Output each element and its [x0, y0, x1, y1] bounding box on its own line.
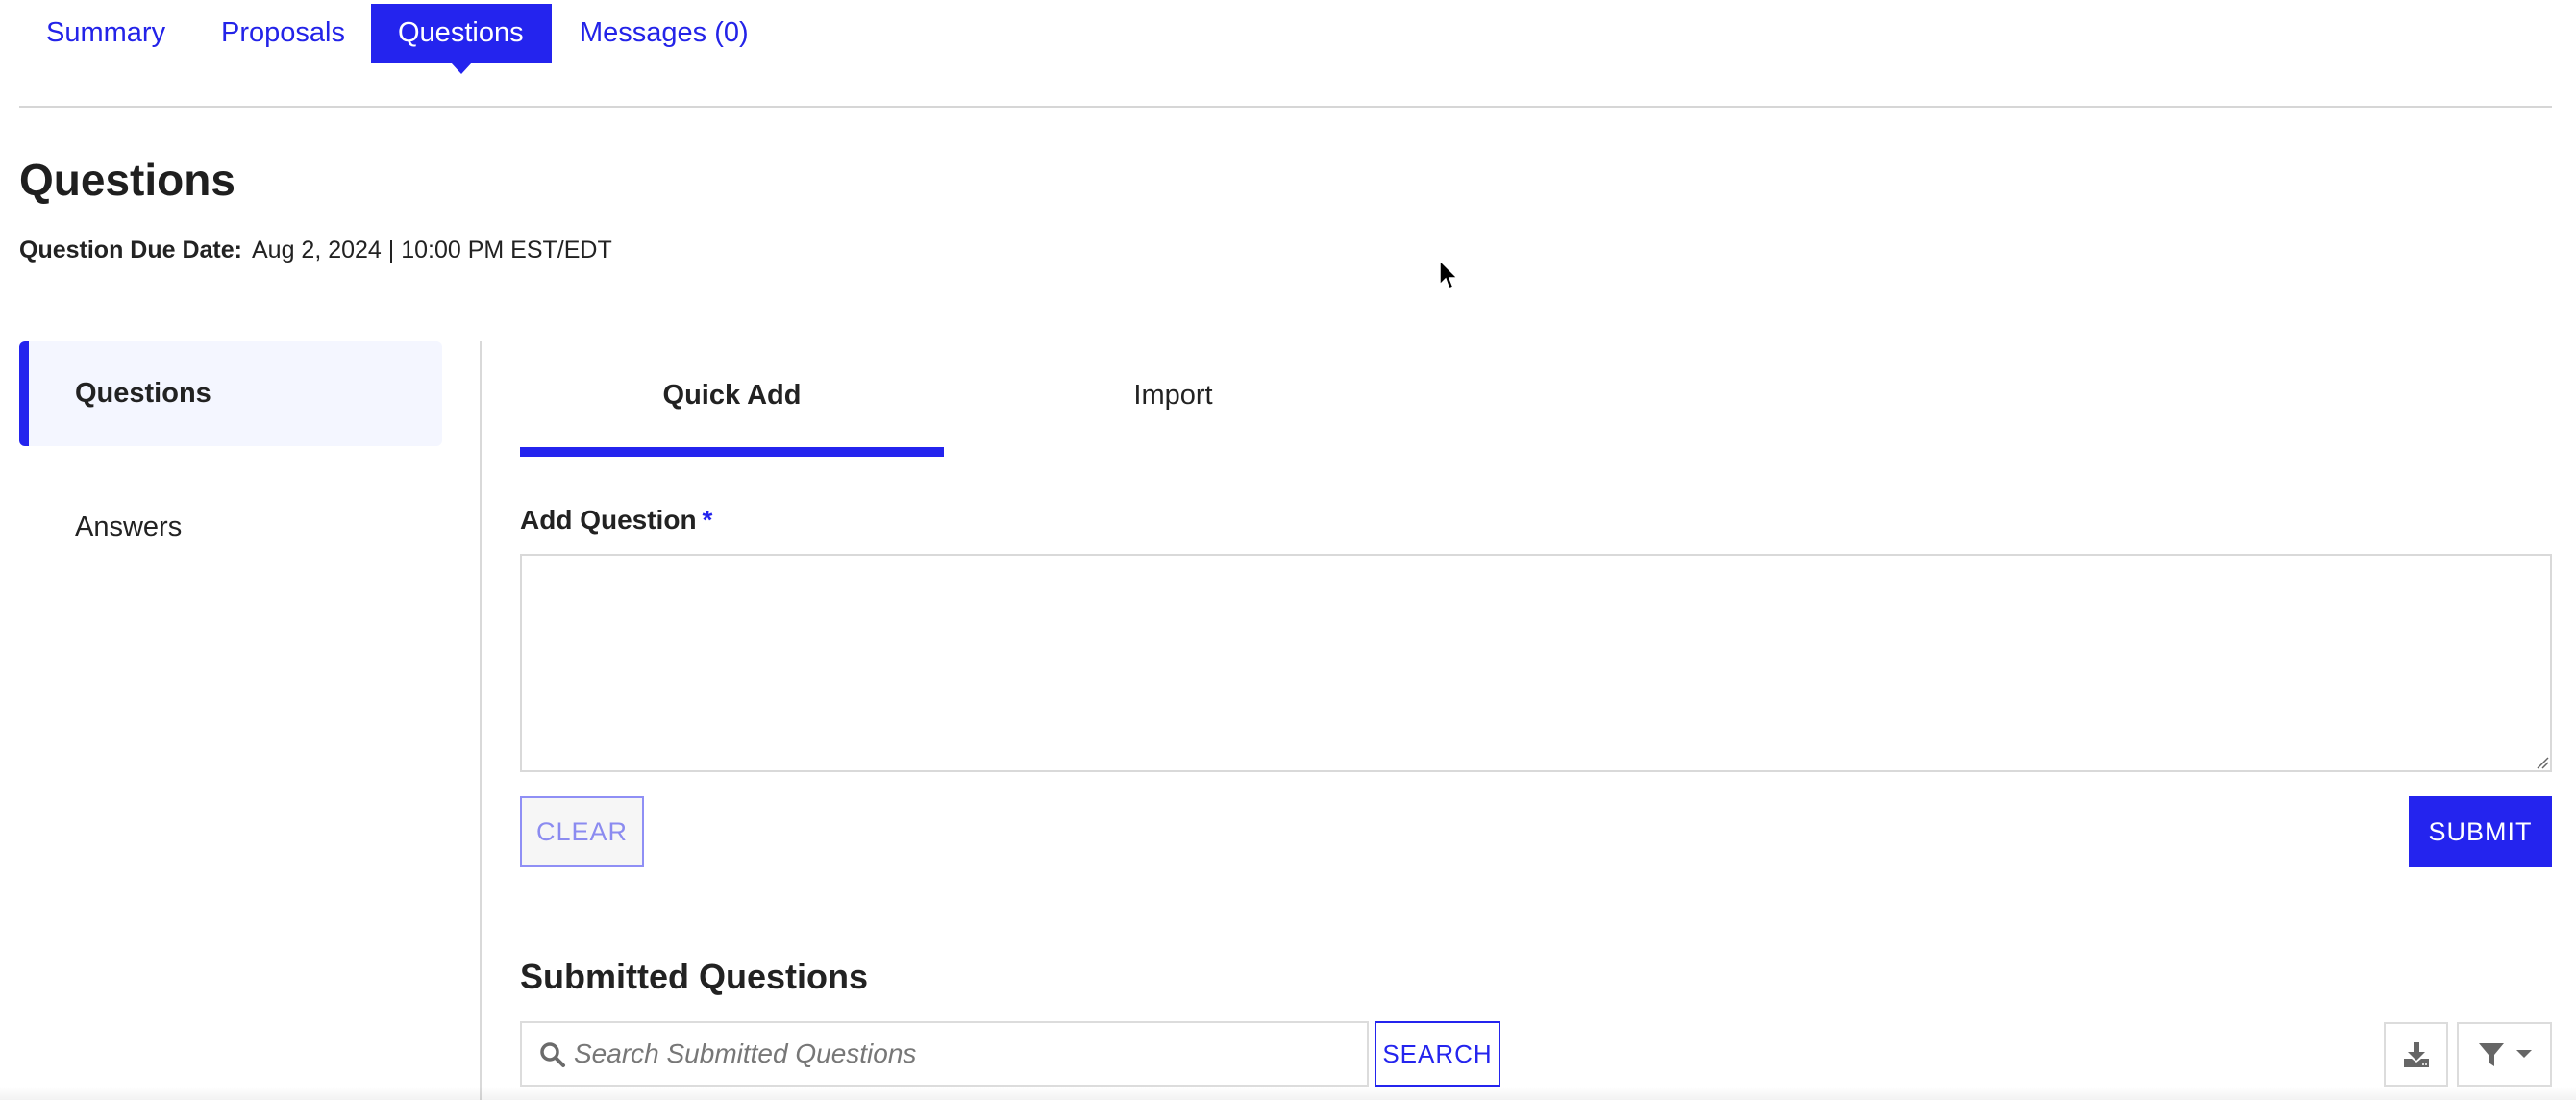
- chevron-down-icon: [2515, 1049, 2532, 1058]
- tab-questions[interactable]: Questions: [371, 4, 552, 74]
- due-date-label: Question Due Date:: [19, 237, 242, 263]
- submitted-questions-title: Submitted Questions: [520, 957, 869, 996]
- tab-messages[interactable]: Messages (0): [553, 4, 776, 62]
- page-title: Questions: [19, 155, 235, 205]
- mouse-cursor-icon: [1439, 260, 1459, 291]
- due-date-row: Question Due Date: Aug 2, 2024 | 10:00 PM…: [19, 237, 612, 264]
- add-question-label-text: Add Question: [520, 505, 697, 535]
- submit-button[interactable]: SUBMIT: [2409, 796, 2552, 867]
- add-question-textarea[interactable]: [520, 554, 2552, 772]
- active-tab-indicator: [520, 447, 944, 457]
- search-button[interactable]: SEARCH: [1375, 1021, 1500, 1087]
- required-marker: *: [702, 505, 713, 535]
- bottom-shadow: [0, 1087, 2576, 1100]
- filter-dropdown-button[interactable]: [2457, 1022, 2552, 1087]
- tab-summary[interactable]: Summary: [19, 4, 192, 62]
- add-question-label: Add Question *: [520, 505, 712, 536]
- sidebar-divider: [480, 341, 482, 1100]
- clear-button[interactable]: CLEAR: [520, 796, 644, 867]
- search-input[interactable]: [574, 1023, 1352, 1085]
- due-date-value: Aug 2, 2024 | 10:00 PM EST/EDT: [251, 237, 612, 263]
- search-field[interactable]: [520, 1021, 1369, 1087]
- tab-quick-add[interactable]: Quick Add: [520, 358, 944, 433]
- header-divider: [19, 106, 2552, 108]
- tab-proposals[interactable]: Proposals: [194, 4, 372, 62]
- top-tab-bar: Summary Proposals Questions Messages (0): [0, 0, 2576, 74]
- sidebar-item-questions[interactable]: Questions: [19, 341, 442, 446]
- sidebar-item-answers[interactable]: Answers: [19, 475, 442, 580]
- download-icon: [2403, 1041, 2429, 1067]
- download-button[interactable]: [2384, 1022, 2448, 1087]
- filter-icon: [2478, 1042, 2504, 1066]
- tab-import[interactable]: Import: [961, 358, 1385, 433]
- search-icon: [540, 1042, 565, 1067]
- resize-handle-icon[interactable]: [2536, 756, 2549, 769]
